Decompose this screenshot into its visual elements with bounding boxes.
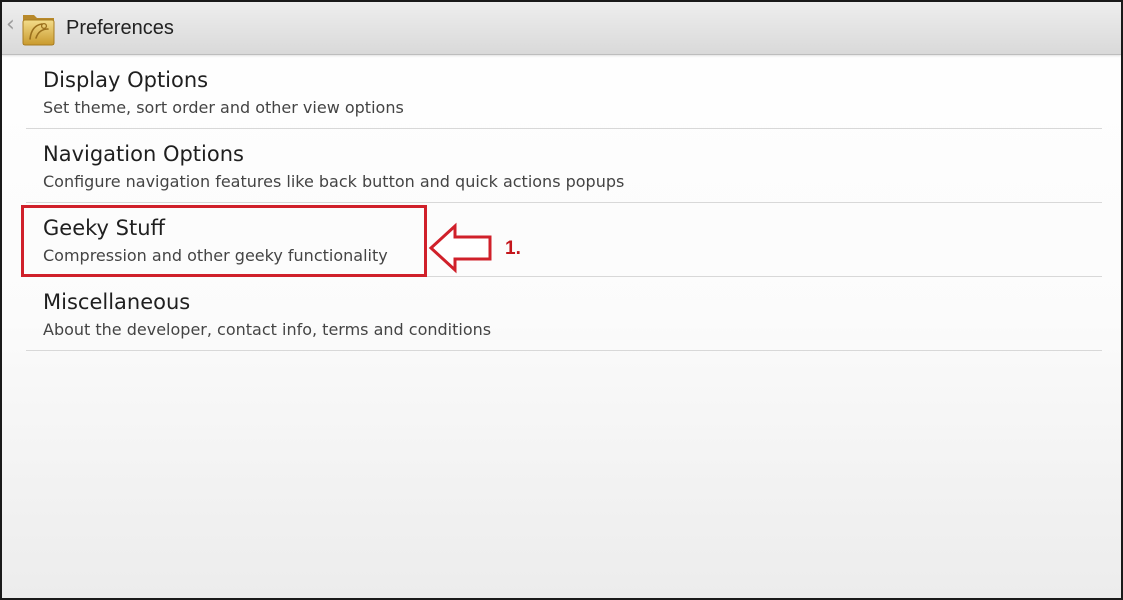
preference-item-miscellaneous[interactable]: Miscellaneous About the developer, conta…	[26, 277, 1102, 351]
page-title: Preferences	[66, 17, 174, 39]
preference-summary: Set theme, sort order and other view opt…	[43, 98, 404, 117]
preference-title: Display Options	[43, 68, 209, 92]
app-window: ‹ Preferences Display Options Set theme,…	[0, 0, 1123, 600]
annotation-arrow-icon	[428, 222, 492, 274]
chevron-left-icon: ‹	[6, 12, 15, 37]
annotation-step-number: 1.	[505, 238, 521, 259]
preference-title: Navigation Options	[43, 142, 244, 166]
preference-item-display-options[interactable]: Display Options Set theme, sort order an…	[26, 55, 1102, 129]
preference-summary: Configure navigation features like back …	[43, 172, 625, 191]
action-bar: ‹ Preferences	[2, 2, 1121, 55]
preference-title: Miscellaneous	[43, 290, 191, 314]
folder-app-icon	[22, 15, 55, 46]
preference-list: Display Options Set theme, sort order an…	[26, 55, 1102, 351]
preference-summary: About the developer, contact info, terms…	[43, 320, 492, 339]
up-navigation-button[interactable]: ‹	[2, 2, 64, 54]
annotation-highlight-box	[21, 205, 427, 277]
preference-item-navigation-options[interactable]: Navigation Options Configure navigation …	[26, 129, 1102, 203]
